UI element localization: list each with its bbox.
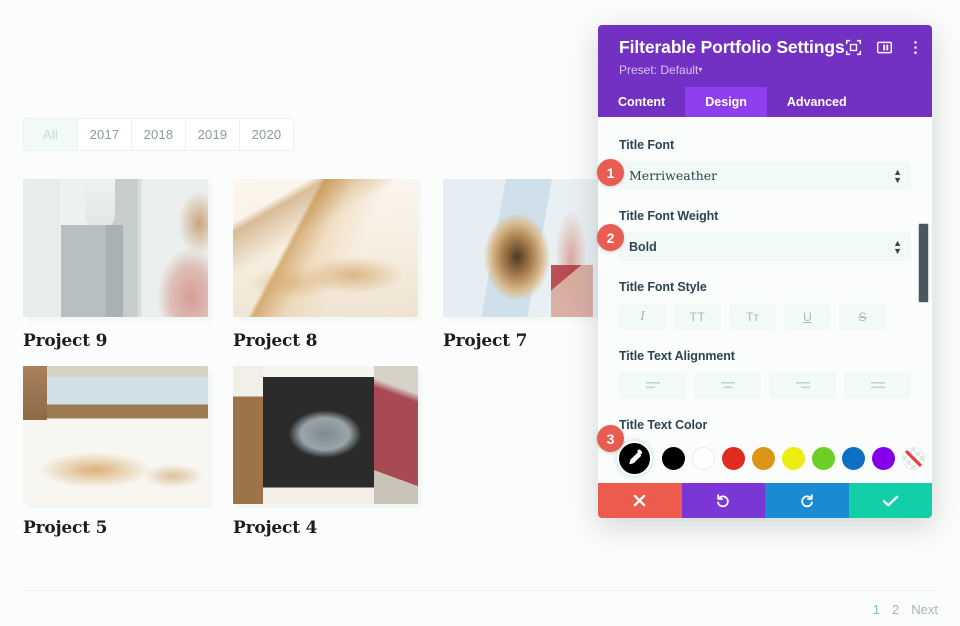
select-arrows-icon: ▲ ▼: [893, 237, 902, 256]
filter-tab-2017[interactable]: 2017: [78, 119, 132, 150]
align-right-icon: [795, 382, 810, 389]
project-title[interactable]: Project 9: [23, 331, 208, 351]
italic-button[interactable]: I: [619, 303, 666, 330]
portfolio-row-2: Project 5 Project 4: [23, 366, 623, 538]
swatch-transparent[interactable]: [902, 447, 925, 470]
title-font-select[interactable]: Merriweather ▲ ▼: [619, 161, 911, 190]
portfolio-filter-tabs: All 2017 2018 2019 2020: [23, 118, 294, 151]
project-title[interactable]: Project 8: [233, 331, 418, 351]
strikethrough-button[interactable]: S: [839, 303, 886, 330]
project-thumbnail[interactable]: [23, 366, 208, 504]
swatch-purple[interactable]: [872, 447, 895, 470]
title-text-alignment-buttons: [619, 372, 911, 399]
project-card[interactable]: Project 5: [23, 366, 208, 538]
swatch-green[interactable]: [812, 447, 835, 470]
color-swatches: [617, 441, 925, 476]
uppercase-button[interactable]: TT: [674, 303, 721, 330]
filter-tab-2018[interactable]: 2018: [132, 119, 186, 150]
tab-advanced[interactable]: Advanced: [767, 87, 867, 117]
pagination-page-1[interactable]: 1: [873, 602, 880, 617]
project-card[interactable]: Project 9: [23, 179, 208, 351]
title-font-weight-label: Title Font Weight: [619, 209, 719, 223]
focus-target-icon[interactable]: [845, 39, 862, 56]
align-right-button[interactable]: [769, 372, 836, 399]
title-font-style-label: Title Font Style: [619, 280, 707, 294]
settings-modal: Filterable Portfolio Settings Preset: De…: [598, 25, 932, 518]
footer-divider: [20, 590, 940, 591]
project-title[interactable]: Project 4: [233, 518, 418, 538]
tab-content[interactable]: Content: [598, 87, 685, 117]
portfolio-row-1: Project 9 Project 8 Project 7: [23, 179, 628, 351]
more-vertical-icon[interactable]: [907, 39, 924, 56]
modal-title: Filterable Portfolio Settings: [619, 37, 845, 57]
eyedropper-icon: [629, 449, 643, 465]
project-card[interactable]: Project 8: [233, 179, 418, 351]
redo-button[interactable]: [765, 483, 849, 518]
pagination-next[interactable]: Next: [911, 602, 938, 617]
modal-header-icons: [845, 39, 924, 56]
align-center-button[interactable]: [694, 372, 761, 399]
swatch-blue[interactable]: [842, 447, 865, 470]
title-font-value: Merriweather: [629, 168, 718, 183]
swatch-red[interactable]: [722, 447, 745, 470]
filter-tab-2020[interactable]: 2020: [240, 119, 293, 150]
portfolio-grid: Project 9 Project 8 Project 7 Project 5 …: [23, 179, 628, 553]
step-badge-2: 2: [597, 224, 624, 251]
modal-scrollbar-thumb[interactable]: [918, 223, 929, 303]
align-left-icon: [645, 382, 660, 389]
preset-selector[interactable]: Preset: Default▾: [619, 63, 702, 77]
title-font-weight-select[interactable]: Bold ▲ ▼: [619, 232, 911, 261]
title-text-alignment-label: Title Text Alignment: [619, 349, 735, 363]
tab-design[interactable]: Design: [685, 87, 767, 117]
layout-panel-icon[interactable]: [876, 39, 893, 56]
swatch-black[interactable]: [662, 447, 685, 470]
align-left-button[interactable]: [619, 372, 686, 399]
title-font-style-buttons: I TT Tᴛ U S: [619, 303, 911, 330]
project-thumbnail[interactable]: [233, 366, 418, 504]
align-center-icon: [720, 382, 735, 389]
modal-tabs: Content Design Advanced: [598, 87, 932, 117]
eyedropper-swatch-button[interactable]: [617, 441, 652, 476]
redo-icon: [801, 493, 813, 507]
title-text-color-label: Title Text Color: [619, 418, 708, 432]
undo-icon: [717, 493, 729, 507]
uppercase-icon: TT: [689, 309, 706, 324]
small-caps-icon: Tᴛ: [746, 309, 759, 324]
pagination: 1 2 Next: [873, 602, 938, 617]
pagination-page-2[interactable]: 2: [892, 602, 899, 617]
modal-header: Filterable Portfolio Settings Preset: De…: [598, 25, 932, 87]
underline-button[interactable]: U: [784, 303, 831, 330]
close-icon: [633, 494, 646, 507]
align-justify-icon: [870, 382, 885, 389]
select-arrows-icon: ▲ ▼: [893, 166, 902, 185]
undo-button[interactable]: [681, 483, 765, 518]
modal-footer: [598, 483, 932, 518]
filter-tab-all[interactable]: All: [24, 119, 78, 150]
title-font-label: Title Font: [619, 138, 675, 152]
underline-icon: U: [803, 309, 812, 324]
swatch-white[interactable]: [692, 447, 715, 470]
swatch-orange[interactable]: [752, 447, 775, 470]
title-font-weight-value: Bold: [629, 239, 657, 254]
check-icon: [882, 495, 898, 506]
small-caps-button[interactable]: Tᴛ: [729, 303, 776, 330]
swatch-yellow[interactable]: [782, 447, 805, 470]
filter-tab-2019[interactable]: 2019: [186, 119, 240, 150]
preset-label: Preset: Default: [619, 63, 699, 77]
project-thumbnail[interactable]: [233, 179, 418, 317]
strikethrough-icon: S: [858, 309, 867, 324]
project-title[interactable]: Project 5: [23, 518, 208, 538]
modal-body: Title Font Merriweather ▲ ▼ Title Font We…: [598, 117, 932, 483]
project-card[interactable]: Project 4: [233, 366, 418, 538]
step-badge-1: 1: [597, 159, 624, 186]
italic-icon: I: [640, 308, 645, 324]
step-badge-3: 3: [597, 425, 624, 452]
align-justify-button[interactable]: [844, 372, 911, 399]
chevron-down-icon: ▾: [698, 65, 703, 74]
project-thumbnail[interactable]: [23, 179, 208, 317]
cancel-button[interactable]: [598, 483, 682, 518]
save-button[interactable]: [848, 483, 932, 518]
portfolio-module: All 2017 2018 2019 2020 Project 9 Projec…: [0, 0, 628, 626]
